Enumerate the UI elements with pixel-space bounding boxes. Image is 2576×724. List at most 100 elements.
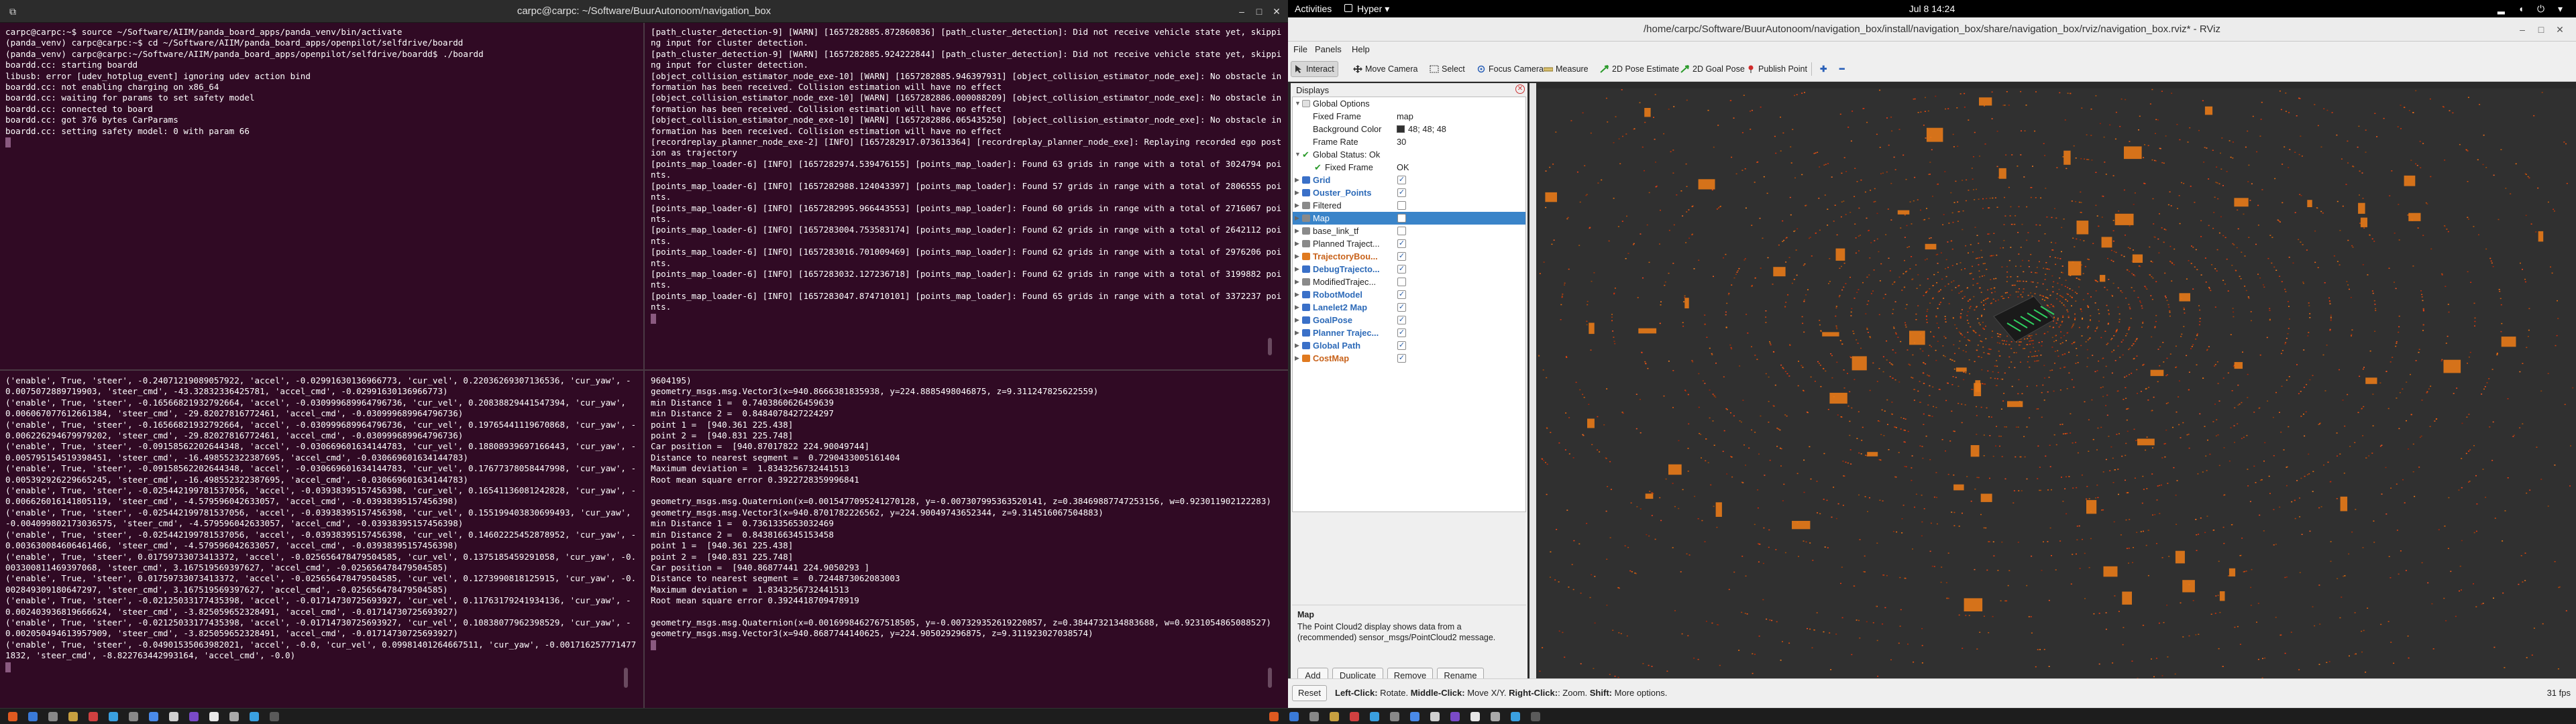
display-enabled-checkbox[interactable]: ✓ [1397, 341, 1406, 350]
expand-arrow-icon[interactable]: ▶ [1295, 250, 1301, 263]
display-enabled-checkbox[interactable]: ✓ [1397, 265, 1406, 274]
tool-publish-point[interactable]: Publish Point [1743, 61, 1811, 77]
display-enabled-checkbox[interactable]: ✓ [1397, 328, 1406, 337]
tool-measure[interactable]: Measure [1540, 61, 1593, 77]
tool-2d-goal-pose[interactable]: 2D Goal Pose [1677, 61, 1749, 77]
terminal-pane-top-left[interactable]: carpc@carpc:~$ source ~/Software/AIIM/pa… [0, 23, 643, 369]
taskbar-app-icon[interactable] [8, 712, 17, 721]
expand-arrow-icon[interactable]: ▶ [1295, 174, 1301, 186]
display-row-global-path[interactable]: ▶ Global Path ✓ [1293, 339, 1525, 352]
display-row-base-link-tf[interactable]: ▶ base_link_tf [1293, 225, 1525, 237]
taskbar-app-icon[interactable] [1531, 712, 1540, 721]
taskbar-app-icon[interactable] [1470, 712, 1480, 721]
expand-arrow-icon[interactable]: ▶ [1295, 352, 1301, 365]
taskbar-app-icon[interactable] [149, 712, 158, 721]
display-enabled-checkbox[interactable]: ✓ [1397, 303, 1406, 312]
display-row-lanelet2-map[interactable]: ▶ Lanelet2 Map ✓ [1293, 301, 1525, 314]
display-row-planned-traject[interactable]: ▶ Planned Traject... ✓ [1293, 237, 1525, 250]
tool-interact[interactable]: Interact [1291, 61, 1338, 77]
display-enabled-checkbox[interactable] [1397, 214, 1406, 223]
taskbar-app-icon[interactable] [89, 712, 98, 721]
display-enabled-checkbox[interactable]: ✓ [1397, 188, 1406, 197]
display-enabled-checkbox[interactable] [1397, 227, 1406, 235]
fixed-frame-value[interactable]: map [1397, 110, 1413, 123]
tool-2d-pose-estimate[interactable]: 2D Pose Estimate [1597, 61, 1683, 77]
expand-arrow-icon[interactable]: ▶ [1295, 263, 1301, 276]
taskbar-app-icon[interactable] [48, 712, 58, 721]
collapse-arrow-icon[interactable]: ▼ [1295, 97, 1301, 110]
scrollbar[interactable] [1268, 668, 1272, 688]
tree-row-background-color[interactable]: Background Color 48; 48; 48 [1293, 123, 1525, 135]
taskbar-app-icon[interactable] [68, 712, 78, 721]
taskbar-app-icon[interactable] [1430, 712, 1440, 721]
tree-row-status-fixed-frame[interactable]: ✔ Fixed Frame OK [1293, 161, 1525, 174]
display-enabled-checkbox[interactable] [1397, 201, 1406, 210]
menu-panels[interactable]: Panels [1315, 44, 1342, 54]
taskbar-app-icon[interactable] [189, 712, 199, 721]
display-row-filtered[interactable]: ▶ Filtered [1293, 199, 1525, 212]
display-enabled-checkbox[interactable] [1397, 278, 1406, 286]
taskbar-app-icon[interactable] [250, 712, 259, 721]
expand-arrow-icon[interactable]: ▶ [1295, 225, 1301, 237]
menu-help[interactable]: Help [1352, 44, 1370, 54]
taskbar-app-icon[interactable] [28, 712, 38, 721]
taskbar-app-icon[interactable] [209, 712, 219, 721]
display-enabled-checkbox[interactable]: ✓ [1397, 316, 1406, 324]
expand-arrow-icon[interactable]: ▶ [1295, 212, 1301, 225]
taskbar-app-icon[interactable] [109, 712, 118, 721]
taskbar-app-icon[interactable] [229, 712, 239, 721]
taskbar-app-icon[interactable] [1269, 712, 1279, 721]
maximize-icon[interactable]: □ [2534, 23, 2548, 36]
taskbar-app-icon[interactable] [270, 712, 279, 721]
taskbar-app-icon[interactable] [1511, 712, 1520, 721]
close-icon[interactable]: ✕ [1268, 3, 1285, 19]
menu-file[interactable]: File [1293, 44, 1307, 54]
system-tray[interactable]: ▂ ◖ ⏻ ▾ [2498, 3, 2568, 15]
taskbar-app-icon[interactable] [1330, 712, 1339, 721]
display-enabled-checkbox[interactable]: ✓ [1397, 252, 1406, 261]
collapse-arrow-icon[interactable]: ▼ [1295, 148, 1301, 161]
display-row-ouster-points[interactable]: ▶ Ouster_Points ✓ [1293, 186, 1525, 199]
background-color-value[interactable]: 48; 48; 48 [1397, 123, 1446, 135]
expand-arrow-icon[interactable]: ▶ [1295, 339, 1301, 352]
taskbar-app-icon[interactable] [1450, 712, 1460, 721]
terminal-pane-top-right[interactable]: [path_cluster_detection-9] [WARN] [16572… [645, 23, 1288, 369]
expand-arrow-icon[interactable]: ▶ [1295, 186, 1301, 199]
tree-row-fixed-frame[interactable]: Fixed Frame map [1293, 110, 1525, 123]
terminal-pane-bottom-left[interactable]: ('enable', True, 'steer', -0.24071219089… [0, 371, 643, 708]
taskbar-app-icon[interactable] [1410, 712, 1419, 721]
clock[interactable]: Jul 8 14:24 [1288, 3, 2576, 14]
tree-row-frame-rate[interactable]: Frame Rate 30 [1293, 135, 1525, 148]
expand-arrow-icon[interactable]: ▶ [1295, 301, 1301, 314]
taskbar-app-icon[interactable] [1390, 712, 1399, 721]
close-panel-icon[interactable]: ✕ [1515, 84, 1525, 94]
close-icon[interactable]: ✕ [2553, 23, 2567, 36]
expand-arrow-icon[interactable]: ▶ [1295, 326, 1301, 339]
display-row-map[interactable]: ▶ Map [1293, 212, 1525, 225]
minimize-icon[interactable]: – [2516, 23, 2529, 36]
remove-tool-button[interactable]: ━ [1834, 61, 1850, 77]
reset-button[interactable]: Reset [1292, 685, 1327, 701]
display-row-goalpose[interactable]: ▶ GoalPose ✓ [1293, 314, 1525, 326]
tree-row-global-options[interactable]: ▼ Global Options [1293, 97, 1525, 110]
display-tree[interactable]: ▼ Global Options Fixed Frame map Backgro… [1292, 97, 1526, 512]
pane-divider-horizontal[interactable] [0, 369, 1288, 371]
add-tool-button[interactable]: ✚ [1815, 61, 1831, 77]
scrollbar[interactable] [624, 668, 628, 688]
scrollbar[interactable] [1268, 338, 1272, 355]
display-row-robotmodel[interactable]: ▶ RobotModel ✓ [1293, 288, 1525, 301]
display-row-debugtrajecto[interactable]: ▶ DebugTrajecto... ✓ [1293, 263, 1525, 276]
display-enabled-checkbox[interactable]: ✓ [1397, 290, 1406, 299]
display-enabled-checkbox[interactable]: ✓ [1397, 239, 1406, 248]
taskbar-app-icon[interactable] [169, 712, 178, 721]
display-row-modifiedtrajec[interactable]: ▶ ModifiedTrajec... [1293, 276, 1525, 288]
display-row-grid[interactable]: ▶ Grid ✓ [1293, 174, 1525, 186]
maximize-icon[interactable]: □ [1250, 3, 1268, 19]
terminal-pane-bottom-right[interactable]: 9604195) geometry_msgs.msg.Vector3(x=940.… [645, 371, 1288, 708]
expand-arrow-icon[interactable]: ▶ [1295, 288, 1301, 301]
tool-focus-camera[interactable]: Focus Camera [1473, 61, 1548, 77]
expand-arrow-icon[interactable]: ▶ [1295, 199, 1301, 212]
display-row-planner-trajec[interactable]: ▶ Planner Trajec... ✓ [1293, 326, 1525, 339]
display-enabled-checkbox[interactable]: ✓ [1397, 176, 1406, 184]
taskbar-app-icon[interactable] [1289, 712, 1299, 721]
